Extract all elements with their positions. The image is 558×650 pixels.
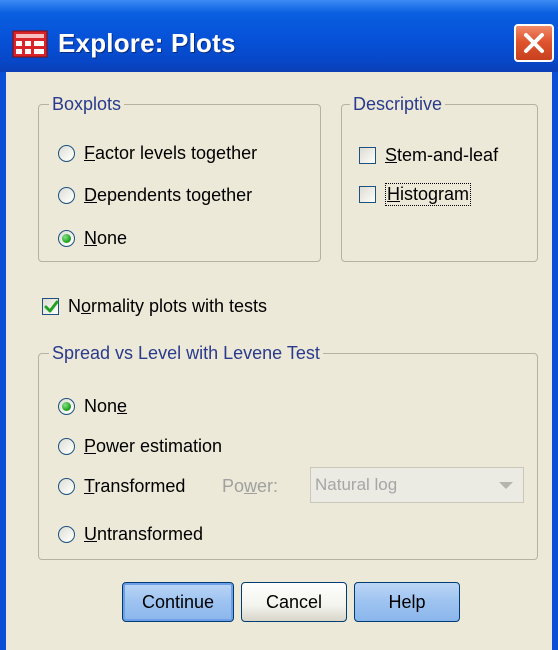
checkbox-icon[interactable] [359, 186, 376, 203]
spss-grid-icon [12, 30, 48, 58]
explore-plots-dialog: Explore: Plots Boxplots Factor levels to… [0, 0, 558, 650]
radio-label: Untransformed [84, 524, 204, 544]
help-button[interactable]: Help [354, 582, 460, 622]
checkbox-label: Normality plots with tests [68, 296, 268, 316]
title-bar[interactable]: Explore: Plots [0, 0, 558, 72]
close-button[interactable] [514, 24, 554, 62]
power-label: Power: [222, 476, 279, 496]
radio-button-icon[interactable] [58, 478, 75, 495]
boxplots-none-radio[interactable]: None [58, 228, 127, 249]
radio-button-icon[interactable] [58, 187, 75, 204]
checkbox-label: Histogram [385, 183, 472, 206]
stem-and-leaf-checkbox[interactable]: Stem-and-leaf [359, 145, 498, 166]
radio-button-selected-icon[interactable] [58, 230, 75, 247]
power-dropdown[interactable]: Natural log [310, 467, 524, 503]
histogram-checkbox[interactable]: Histogram [359, 183, 472, 206]
checkbox-icon[interactable] [359, 147, 376, 164]
radio-label: Dependents together [84, 185, 253, 205]
checkbox-checked-icon[interactable] [42, 298, 59, 315]
continue-button[interactable]: Continue [122, 582, 234, 622]
descriptive-legend: Descriptive [350, 93, 446, 115]
radio-label: None [84, 228, 128, 248]
chevron-down-icon [499, 482, 513, 489]
boxplots-factor-levels-radio[interactable]: Factor levels together [58, 143, 257, 164]
radio-label: Transformed [84, 476, 186, 496]
radio-button-icon[interactable] [58, 526, 75, 543]
power-estimation-radio[interactable]: Power estimation [58, 436, 222, 457]
untransformed-radio[interactable]: Untransformed [58, 524, 203, 545]
dialog-body: Boxplots Factor levels together Dependen… [6, 72, 552, 650]
spread-none-radio[interactable]: None [58, 396, 127, 417]
normality-plots-checkbox[interactable]: Normality plots with tests [42, 296, 267, 317]
radio-label: Power estimation [84, 436, 223, 456]
radio-button-icon[interactable] [58, 145, 75, 162]
radio-button-icon[interactable] [58, 438, 75, 455]
checkbox-label: Stem-and-leaf [385, 145, 499, 165]
window-title: Explore: Plots [58, 28, 236, 58]
radio-label: None [84, 396, 128, 416]
spread-vs-level-legend: Spread vs Level with Levene Test [49, 342, 323, 364]
boxplots-dependents-radio[interactable]: Dependents together [58, 185, 252, 206]
radio-button-selected-icon[interactable] [58, 398, 75, 415]
cancel-button[interactable]: Cancel [241, 582, 347, 622]
close-icon [524, 33, 544, 53]
checkmark-icon [44, 300, 59, 313]
power-dropdown-value: Natural log [315, 475, 398, 494]
boxplots-legend: Boxplots [49, 93, 125, 115]
transformed-radio[interactable]: Transformed [58, 476, 185, 497]
radio-label: Factor levels together [84, 143, 258, 163]
